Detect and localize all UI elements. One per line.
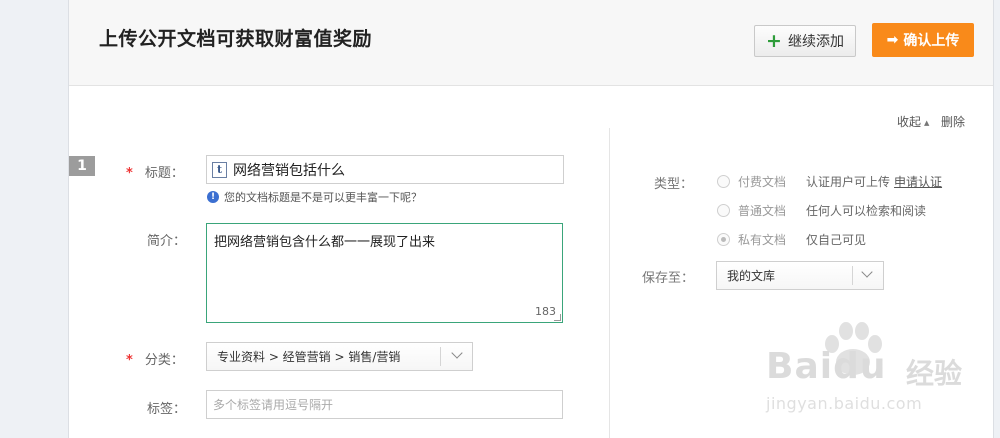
delete-link[interactable]: 删除 xyxy=(941,113,965,130)
desc-value: 把网络营销包含什么都一一展现了出来 xyxy=(214,235,436,250)
tags-input[interactable]: 多个标签请用逗号隔开 xyxy=(206,390,563,419)
page-right-margin xyxy=(994,0,1000,438)
confirm-upload-label: 确认上传 xyxy=(903,33,960,49)
type-option-desc: 认证用户可上传 xyxy=(806,175,891,189)
page-title: 上传公开文档可获取财富值奖励 xyxy=(99,28,373,50)
desc-textarea[interactable]: 把网络营销包含什么都一一展现了出来 183 xyxy=(206,223,563,323)
plus-icon: + xyxy=(766,29,782,52)
watermark-cn: 经验 xyxy=(906,357,963,390)
continue-add-button[interactable]: + 继续添加 xyxy=(754,25,856,57)
select-separator xyxy=(440,347,441,366)
info-icon: ! xyxy=(207,191,219,203)
type-option-label: 私有文档 xyxy=(738,233,787,247)
category-label-row: * 分类： xyxy=(126,349,184,368)
apply-verify-link[interactable]: 申请认证 xyxy=(894,173,942,190)
select-separator xyxy=(852,266,853,285)
text-type-icon: t xyxy=(212,161,227,178)
type-label: 类型： xyxy=(654,177,694,192)
collapse-link[interactable]: 收起 ▲ xyxy=(897,113,929,130)
type-option-desc: 仅自己可见 xyxy=(806,233,867,247)
chevron-down-icon xyxy=(861,266,873,278)
type-option-label: 普通文档 xyxy=(738,204,787,218)
category-select[interactable]: 专业资料 > 经管营销 > 销售/营销 xyxy=(206,342,473,371)
watermark-brand-bai: Bai xyxy=(766,346,834,387)
upload-panel: 上传公开文档可获取财富值奖励 + 继续添加 ➡ 确认上传 收起 ▲ 删除 1 * 标… xyxy=(68,0,994,438)
type-option-label: 付费文档 xyxy=(738,175,787,189)
desc-label: 简介： xyxy=(147,234,187,249)
title-value: 网络营销包括什么 xyxy=(233,162,345,179)
chevron-down-icon xyxy=(451,347,463,359)
type-option-desc: 任何人可以检索和阅读 xyxy=(806,204,927,218)
type-option-paid[interactable]: 付费文档 认证用户可上传 申请认证 xyxy=(717,173,942,190)
save-to-select[interactable]: 我的文库 xyxy=(716,261,884,290)
column-divider xyxy=(609,128,610,438)
required-mark: * xyxy=(126,166,133,181)
item-number-badge: 1 xyxy=(69,156,95,176)
watermark-url: jingyan.baidu.com xyxy=(766,394,923,413)
type-option-normal[interactable]: 普通文档 任何人可以检索和阅读 xyxy=(717,202,926,219)
title-label-row: * 标题： xyxy=(126,162,184,181)
radio-icon xyxy=(717,204,730,217)
baidu-jingyan-watermark: Baidu 经验 jingyan.baidu.com xyxy=(766,318,976,418)
caret-up-icon: ▲ xyxy=(924,118,930,127)
upload-header: 上传公开文档可获取财富值奖励 + 继续添加 ➡ 确认上传 xyxy=(69,0,993,86)
watermark-brand: Baidu xyxy=(766,346,886,387)
save-to-label: 保存至： xyxy=(642,271,695,286)
title-hint: ! 您的文档标题是不是可以更丰富一下呢？ xyxy=(207,189,422,205)
arrow-right-icon: ➡ xyxy=(886,32,899,48)
title-hint-text: 您的文档标题是不是可以更丰富一下呢？ xyxy=(224,191,422,204)
tags-label: 标签： xyxy=(147,402,187,417)
title-label: 标题： xyxy=(144,166,184,181)
required-mark: * xyxy=(126,353,133,368)
category-label: 分类： xyxy=(144,353,184,368)
continue-add-label: 继续添加 xyxy=(787,34,844,50)
confirm-upload-button[interactable]: ➡ 确认上传 xyxy=(872,23,974,57)
save-to-value: 我的文库 xyxy=(727,269,776,283)
collapse-label: 收起 xyxy=(897,115,922,129)
page-left-margin xyxy=(0,0,68,438)
watermark-brand-du: du xyxy=(833,346,887,387)
desc-char-count: 183 xyxy=(535,305,556,318)
title-input[interactable]: t 网络营销包括什么 xyxy=(206,155,564,184)
type-option-private[interactable]: 私有文档 仅自己可见 xyxy=(717,231,866,248)
tags-placeholder: 多个标签请用逗号隔开 xyxy=(213,398,334,412)
radio-icon xyxy=(717,175,730,188)
radio-selected-icon xyxy=(717,233,730,246)
category-value: 专业资料 > 经管营销 > 销售/营销 xyxy=(217,350,401,364)
resize-handle[interactable] xyxy=(554,314,561,321)
